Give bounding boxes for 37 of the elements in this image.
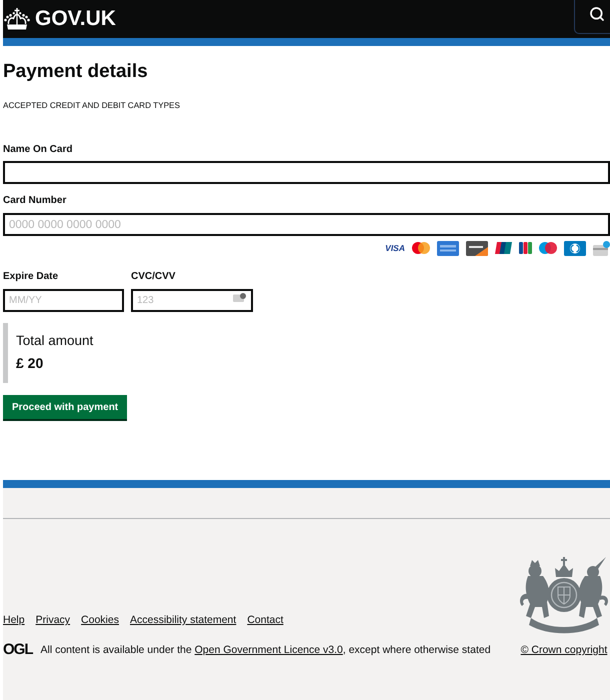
cvc-field[interactable]: 123 — [131, 289, 253, 312]
ogl-logo: OGL — [3, 643, 32, 657]
field-label: Name On Card — [3, 144, 74, 156]
card-types-label: ACCEPTED CREDIT AND DEBIT CARD TYPES — [3, 101, 181, 111]
footer-link[interactable]: Cookies — [81, 613, 119, 627]
card-logo-icon — [593, 240, 610, 256]
total-amount: £ 20 — [16, 354, 44, 372]
name-on-card-field[interactable] — [3, 161, 610, 184]
copyright-link[interactable]: © Crown copyright — [520, 643, 608, 657]
licence-link[interactable]: Open Government Licence v3.0 — [194, 644, 343, 656]
logo-text[interactable]: GOV.UK — [35, 7, 116, 31]
card-logo-icon — [466, 240, 488, 256]
footer-link[interactable]: Accessibility statement — [130, 613, 236, 627]
proceed-button[interactable]: Proceed with payment — [3, 395, 128, 419]
footer-link[interactable]: Help — [3, 613, 25, 627]
card-logo-icon — [564, 240, 586, 256]
total-label: Total amount — [16, 333, 94, 349]
crown-icon — [4, 8, 30, 30]
card-logo-icon — [539, 242, 557, 254]
card-logo-icon — [495, 242, 512, 254]
search-button[interactable] — [574, 0, 610, 34]
footer-link[interactable]: Contact — [247, 613, 284, 627]
licence-text: All content is available under the Open Government Licence v3.0, except where otherwise stated — [40, 643, 491, 657]
crest-icon — [518, 556, 610, 636]
page-title: Payment details — [3, 61, 149, 83]
card-icon — [233, 293, 246, 302]
field-label: Expire Date — [3, 271, 60, 283]
card-logo-icon — [437, 240, 459, 256]
field-label: CVC/CVV — [131, 271, 176, 283]
field-label: Card Number — [3, 195, 68, 207]
footer-link[interactable]: Privacy — [36, 613, 70, 627]
card-logo-icon — [412, 242, 430, 254]
search-icon — [589, 6, 605, 22]
card-number-field[interactable]: 0000 0000 0000 0000 — [3, 213, 610, 236]
expire-date-field[interactable]: MM/YY — [3, 289, 124, 312]
visa-logo: VISA — [385, 243, 405, 253]
card-logo-icon — [519, 242, 532, 254]
